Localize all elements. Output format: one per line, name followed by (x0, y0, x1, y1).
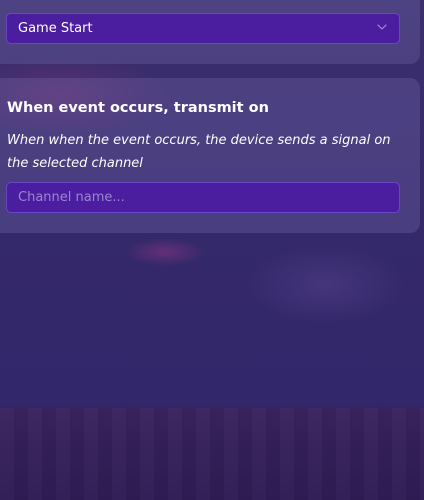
transmit-section-title: When event occurs, transmit on (7, 100, 269, 116)
chevron-down-icon (377, 24, 387, 30)
event-trigger-select-value: Game Start (18, 21, 93, 36)
game-floor (0, 408, 424, 500)
transmit-section-description: When when the event occurs, the device s… (7, 133, 391, 171)
channel-name-input[interactable] (6, 182, 400, 213)
event-trigger-select[interactable]: Game Start (6, 13, 400, 44)
